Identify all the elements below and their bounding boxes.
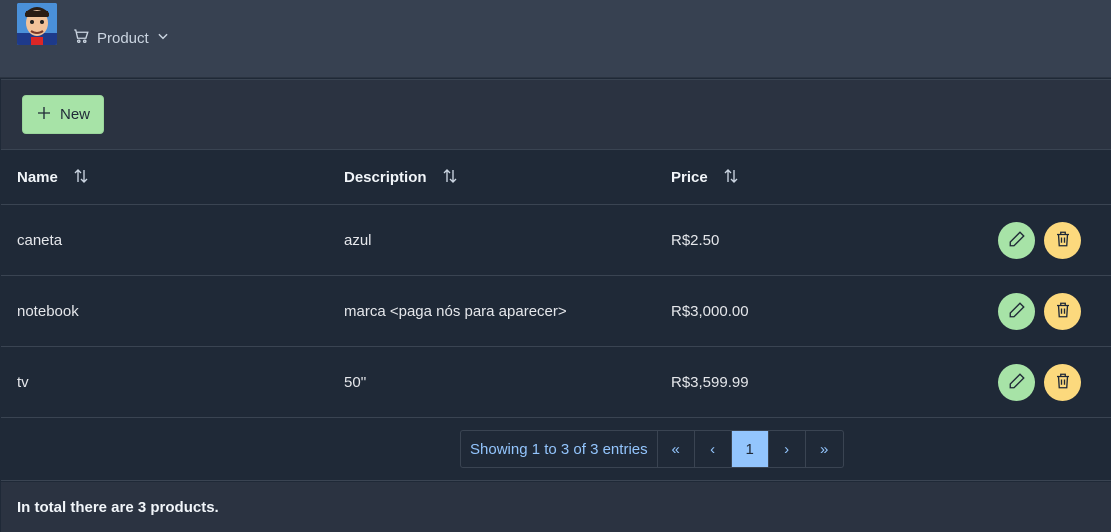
- column-header-name[interactable]: Name: [17, 150, 90, 205]
- table-row: tv 50'' R$3,599.99: [1, 347, 1111, 418]
- column-header-label: Price: [671, 169, 708, 186]
- product-menu[interactable]: Product: [72, 27, 170, 49]
- column-header-description[interactable]: Description: [344, 150, 459, 205]
- pagination-info: Showing 1 to 3 of 3 entries: [461, 431, 658, 467]
- table-header: Name Description Price: [1, 150, 1111, 205]
- next-page-button[interactable]: ›: [769, 431, 806, 467]
- new-button[interactable]: New: [22, 95, 104, 134]
- trash-icon: [1054, 372, 1072, 394]
- sort-icon: [441, 167, 459, 189]
- cell-price: R$3,599.99: [671, 374, 749, 391]
- cell-description: azul: [344, 232, 372, 249]
- edit-button[interactable]: [998, 293, 1035, 330]
- delete-button[interactable]: [1044, 222, 1081, 259]
- avatar: [17, 3, 57, 45]
- cell-name: tv: [17, 374, 29, 391]
- delete-button[interactable]: [1044, 293, 1081, 330]
- table-row: notebook marca <paga nós para aparecer> …: [1, 276, 1111, 347]
- column-header-price[interactable]: Price: [671, 150, 740, 205]
- chevron-down-icon: [156, 29, 170, 47]
- first-page-button[interactable]: «: [658, 431, 695, 467]
- pencil-icon: [1008, 372, 1026, 394]
- cell-name: caneta: [17, 232, 63, 249]
- top-menubar: Product: [0, 0, 1111, 78]
- pagination-area: Showing 1 to 3 of 3 entries « ‹ 1 › »: [1, 418, 1111, 481]
- plus-icon: [36, 105, 52, 125]
- new-button-label: New: [59, 106, 90, 123]
- products-table: Name Description Price caneta azul R$2.5…: [1, 150, 1111, 481]
- edit-button[interactable]: [998, 364, 1035, 401]
- pencil-icon: [1008, 230, 1026, 252]
- cell-name: notebook: [17, 303, 79, 320]
- column-header-label: Name: [17, 169, 58, 186]
- edit-button[interactable]: [998, 222, 1035, 259]
- sort-icon: [72, 167, 90, 189]
- toolbar: New: [1, 79, 1111, 150]
- pencil-icon: [1008, 301, 1026, 323]
- table-footer: In total there are 3 products.: [1, 482, 1111, 532]
- cell-description: 50'': [344, 374, 367, 391]
- paginator: Showing 1 to 3 of 3 entries « ‹ 1 › »: [460, 430, 844, 468]
- page-1-button[interactable]: 1: [731, 431, 769, 467]
- delete-button[interactable]: [1044, 364, 1081, 401]
- total-summary: In total there are 3 products.: [17, 498, 219, 516]
- cart-icon: [72, 27, 90, 49]
- sort-icon: [722, 167, 740, 189]
- last-page-button[interactable]: »: [806, 431, 843, 467]
- trash-icon: [1054, 301, 1072, 323]
- table-row: caneta azul R$2.50: [1, 205, 1111, 276]
- product-menu-label: Product: [97, 29, 149, 47]
- cell-price: R$2.50: [671, 232, 720, 249]
- prev-page-button[interactable]: ‹: [695, 431, 732, 467]
- cell-description: marca <paga nós para aparecer>: [344, 303, 567, 320]
- column-header-label: Description: [344, 169, 427, 186]
- trash-icon: [1054, 230, 1072, 252]
- cell-price: R$3,000.00: [671, 303, 749, 320]
